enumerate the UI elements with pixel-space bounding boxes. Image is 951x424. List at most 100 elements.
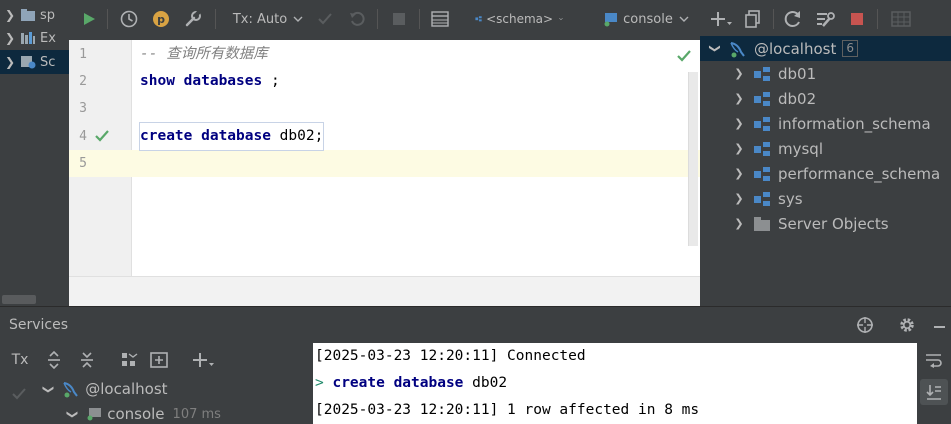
project-item-scratches[interactable]: ❯ Sc <box>0 50 69 74</box>
console-label: console <box>623 11 673 27</box>
commit-button[interactable] <box>9 383 29 405</box>
chevron-down-icon[interactable]: ❯ <box>66 409 79 418</box>
tree-item-server-objects[interactable]: ❯ Server Objects <box>700 211 951 236</box>
tree-item-label: Server Objects <box>778 214 889 233</box>
executed-check-icon <box>95 130 109 142</box>
chevron-right-icon[interactable]: ❯ <box>732 217 746 230</box>
schema-dropdown[interactable]: <schema> <box>475 0 563 38</box>
library-icon <box>21 32 35 44</box>
chevron-down-icon[interactable]: ❯ <box>709 42 722 56</box>
settings-button[interactable] <box>181 0 205 38</box>
schema-settings-button[interactable] <box>813 0 837 38</box>
stop-red-icon <box>851 13 863 25</box>
wrench-icon <box>185 10 201 27</box>
gear-icon <box>900 318 914 332</box>
service-item-localhost[interactable]: ❯ @localhost <box>42 377 168 401</box>
scroll-end-icon <box>926 385 941 400</box>
disconnect-button[interactable] <box>845 0 869 38</box>
tree-item-schema[interactable]: ❯ db01 <box>700 61 951 86</box>
schema-icon <box>754 191 770 206</box>
project-item-external-libraries[interactable]: ❯ Ex <box>0 26 69 50</box>
chevron-down-icon[interactable]: ❯ <box>42 384 55 393</box>
vertical-scrollbar[interactable] <box>688 72 698 246</box>
group-icon <box>122 353 138 366</box>
project-item-sp[interactable]: ❯ sp <box>0 3 69 27</box>
cancel-running-button[interactable] <box>387 0 411 38</box>
chevron-right-icon[interactable]: ❯ <box>0 8 20 22</box>
chevron-down-icon <box>679 16 689 22</box>
editor-footer <box>69 276 700 306</box>
console-output[interactable]: [2025-03-23 12:20:11] Connected > create… <box>313 343 917 424</box>
duplicate-button[interactable] <box>741 0 765 38</box>
service-label: @localhost <box>85 380 168 398</box>
transaction-button[interactable]: Tx <box>7 349 33 371</box>
schema-icon <box>754 66 770 81</box>
explain-plan-button[interactable]: p <box>149 0 173 38</box>
new-button[interactable] <box>707 0 735 38</box>
tree-item-schema[interactable]: ❯ mysql <box>700 136 951 161</box>
run-icon <box>84 13 95 25</box>
settings-button[interactable] <box>896 314 918 336</box>
chevron-right-icon[interactable]: ❯ <box>0 31 20 45</box>
table-icon <box>431 11 449 27</box>
mysql-datasource-icon <box>730 41 745 57</box>
chevron-right-icon[interactable]: ❯ <box>732 92 746 105</box>
schema-label: <schema> <box>486 12 554 26</box>
sql-keyword: create database <box>332 375 464 391</box>
tx-mode-label: Tx: Auto <box>232 11 288 27</box>
output-line: [2025-03-23 12:20:11] Connected <box>315 348 586 364</box>
console-icon <box>87 408 102 421</box>
output-mode-button[interactable] <box>427 0 453 38</box>
new-tab-button[interactable] <box>148 349 170 371</box>
crosshair-icon <box>857 317 873 333</box>
rollback-button[interactable] <box>345 0 369 38</box>
refresh-button[interactable] <box>781 0 805 38</box>
soft-wrap-button[interactable] <box>923 349 945 371</box>
chevron-right-icon[interactable]: ❯ <box>0 55 20 69</box>
scratches-icon <box>21 56 36 69</box>
group-by-button[interactable] <box>118 349 140 371</box>
add-tab-icon <box>150 352 168 368</box>
project-panel: ❯ sp ❯ Ex ❯ Sc <box>0 0 69 306</box>
current-line-highlight <box>132 150 700 177</box>
hide-button[interactable] <box>928 314 950 336</box>
sql-editor[interactable]: 1 2 3 4 5 -- 查询所有数据库 show databases ; cr… <box>69 40 700 306</box>
chevron-right-icon[interactable]: ❯ <box>732 142 746 155</box>
tree-item-localhost[interactable]: ❯ @localhost 6 <box>700 36 951 61</box>
database-explorer: ❯ @localhost 6 ❯ db01 ❯ db02 ❯ informati… <box>700 36 951 306</box>
project-item-label: Ex <box>40 30 56 46</box>
tree-item-schema[interactable]: ❯ performance_schema <box>700 161 951 186</box>
execute-button[interactable] <box>77 0 101 38</box>
commit-button[interactable] <box>313 0 337 38</box>
scroll-to-end-button[interactable] <box>920 379 948 405</box>
tree-item-label: mysql <box>778 139 823 158</box>
execution-time: 107 ms <box>172 406 221 422</box>
transaction-mode-dropdown[interactable]: Tx: Auto <box>225 0 311 38</box>
tree-item-schema[interactable]: ❯ sys <box>700 186 951 211</box>
chevron-right-icon[interactable]: ❯ <box>732 117 746 130</box>
target-button[interactable] <box>854 314 876 336</box>
output-line: > create database db02 <box>315 370 507 397</box>
tree-item-label: performance_schema <box>778 164 941 183</box>
output-side-toolbar <box>917 343 951 424</box>
history-button[interactable] <box>117 0 141 38</box>
service-item-console[interactable]: ❯ console 107 ms <box>66 402 221 424</box>
chevron-right-icon[interactable]: ❯ <box>732 167 746 180</box>
horizontal-scrollbar[interactable] <box>2 295 36 304</box>
copy-icon <box>745 10 760 28</box>
stop-icon <box>393 13 405 25</box>
expand-all-button[interactable] <box>43 349 65 371</box>
collapse-all-button[interactable] <box>76 349 98 371</box>
count-badge: 6 <box>842 40 858 57</box>
schema-icon <box>754 91 770 106</box>
add-service-button[interactable] <box>190 349 216 371</box>
table-editor-button[interactable] <box>887 0 915 38</box>
tree-item-label: @localhost <box>754 39 837 58</box>
tree-item-schema[interactable]: ❯ db02 <box>700 86 951 111</box>
project-item-label: sp <box>40 7 56 23</box>
tree-item-schema[interactable]: ❯ information_schema <box>700 111 951 136</box>
chevron-right-icon[interactable]: ❯ <box>732 192 746 205</box>
chevron-right-icon[interactable]: ❯ <box>732 67 746 80</box>
session-dropdown[interactable]: console <box>601 0 691 38</box>
svg-text:p: p <box>157 13 165 26</box>
